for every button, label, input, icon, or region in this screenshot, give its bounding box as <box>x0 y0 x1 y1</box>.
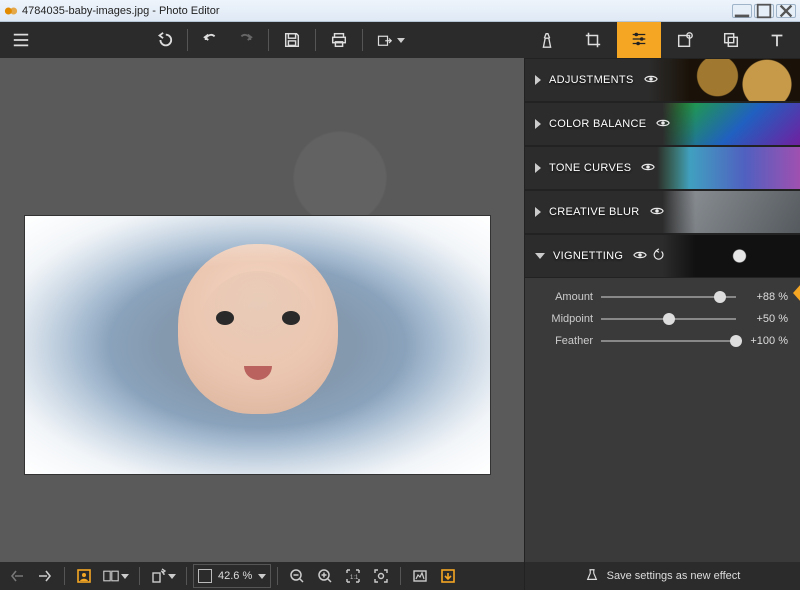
expand-icon <box>535 75 541 85</box>
section-label: COLOR BALANCE <box>549 118 646 130</box>
flask-icon <box>585 568 599 585</box>
section-label: TONE CURVES <box>549 162 631 174</box>
slider-track-amount[interactable] <box>601 296 736 298</box>
undo-all-button[interactable] <box>149 26 179 54</box>
top-toolbar <box>0 22 800 58</box>
prev-image-button[interactable] <box>4 564 30 588</box>
vignette-preview <box>25 216 490 474</box>
zoom-in-button[interactable] <box>312 564 338 588</box>
maximize-button[interactable] <box>754 4 774 18</box>
chevron-down-icon <box>168 574 176 579</box>
toolbar-separator <box>187 29 188 51</box>
tab-retouch[interactable] <box>663 22 707 58</box>
next-image-button[interactable] <box>32 564 58 588</box>
svg-text:1:1: 1:1 <box>350 575 359 581</box>
slider-value: +50 % <box>744 313 788 325</box>
side-panel: ADJUSTMENTS COLOR BALANCE TONE CURVES CR… <box>524 58 800 562</box>
visibility-icon[interactable] <box>650 204 664 221</box>
tab-adjust[interactable] <box>617 22 661 58</box>
zoom-control[interactable]: 42.6 % <box>193 564 271 588</box>
slider-label: Amount <box>537 291 593 303</box>
section-tone-curves[interactable]: TONE CURVES <box>525 146 800 190</box>
canvas-area[interactable] <box>0 58 524 562</box>
navigator-button[interactable] <box>435 564 461 588</box>
save-button[interactable] <box>277 26 307 54</box>
tab-crop[interactable] <box>571 22 615 58</box>
tab-effects[interactable] <box>525 22 569 58</box>
visibility-icon[interactable] <box>633 248 647 265</box>
chevron-down-icon <box>397 38 405 43</box>
zoom-value: 42.6 % <box>218 570 252 582</box>
reset-icon[interactable] <box>651 248 665 265</box>
zoom-actual-button[interactable]: 1:1 <box>340 564 366 588</box>
tab-overlay[interactable] <box>709 22 753 58</box>
slider-label: Feather <box>537 335 593 347</box>
section-label: ADJUSTMENTS <box>549 74 634 86</box>
fit-screen-icon <box>198 569 212 583</box>
section-adjustments[interactable]: ADJUSTMENTS <box>525 58 800 102</box>
slider-midpoint: Midpoint +50 % <box>537 308 788 330</box>
section-color-balance[interactable]: COLOR BALANCE <box>525 102 800 146</box>
export-button[interactable] <box>371 26 411 54</box>
slider-thumb[interactable] <box>730 335 742 347</box>
zoom-fit-button[interactable] <box>368 564 394 588</box>
chevron-down-icon <box>121 574 129 579</box>
expand-icon <box>535 119 541 129</box>
redo-button[interactable] <box>230 26 260 54</box>
print-button[interactable] <box>324 26 354 54</box>
toolbar-separator <box>315 29 316 51</box>
slider-value: +88 % <box>744 291 788 303</box>
expand-icon <box>535 163 541 173</box>
expand-icon <box>535 207 541 217</box>
window-titlebar: 4784035-baby-images.jpg - Photo Editor <box>0 0 800 22</box>
histogram-button[interactable] <box>407 564 433 588</box>
section-label: VIGNETTING <box>553 250 623 262</box>
slider-track-feather[interactable] <box>601 340 736 342</box>
visibility-icon[interactable] <box>644 72 658 89</box>
undo-button[interactable] <box>196 26 226 54</box>
canvas-image[interactable] <box>25 216 490 474</box>
single-view-button[interactable] <box>71 564 97 588</box>
slider-value: +100 % <box>744 335 788 347</box>
zoom-out-button[interactable] <box>284 564 310 588</box>
chevron-down-icon <box>258 574 266 579</box>
visibility-icon[interactable] <box>641 160 655 177</box>
rotate-button[interactable] <box>146 564 180 588</box>
slider-label: Midpoint <box>537 313 593 325</box>
minimize-button[interactable] <box>732 4 752 18</box>
save-as-effect-button[interactable]: Save settings as new effect <box>524 562 800 590</box>
toolbar-separator <box>362 29 363 51</box>
collapse-icon <box>535 253 545 259</box>
tab-text[interactable] <box>755 22 799 58</box>
menu-button[interactable] <box>6 26 36 54</box>
save-as-effect-label: Save settings as new effect <box>607 570 741 582</box>
slider-amount: Amount +88 % <box>537 286 788 308</box>
slider-feather: Feather +100 % <box>537 330 788 352</box>
visibility-icon[interactable] <box>656 116 670 133</box>
window-title: 4784035-baby-images.jpg - Photo Editor <box>22 5 732 17</box>
slider-thumb[interactable] <box>714 291 726 303</box>
slider-thumb[interactable] <box>663 313 675 325</box>
section-vignetting[interactable]: VIGNETTING <box>525 234 800 278</box>
app-icon <box>4 4 18 18</box>
section-creative-blur[interactable]: CREATIVE BLUR <box>525 190 800 234</box>
toolbar-separator <box>268 29 269 51</box>
compare-view-button[interactable] <box>99 564 133 588</box>
tool-tabs <box>524 22 800 58</box>
bottom-bar: 42.6 % 1:1 Save settings as new effect <box>0 562 800 590</box>
vignetting-controls: Amount +88 % Midpoint +50 % Feather +100… <box>525 278 800 362</box>
close-button[interactable] <box>776 4 796 18</box>
section-label: CREATIVE BLUR <box>549 206 640 218</box>
slider-track-midpoint[interactable] <box>601 318 736 320</box>
